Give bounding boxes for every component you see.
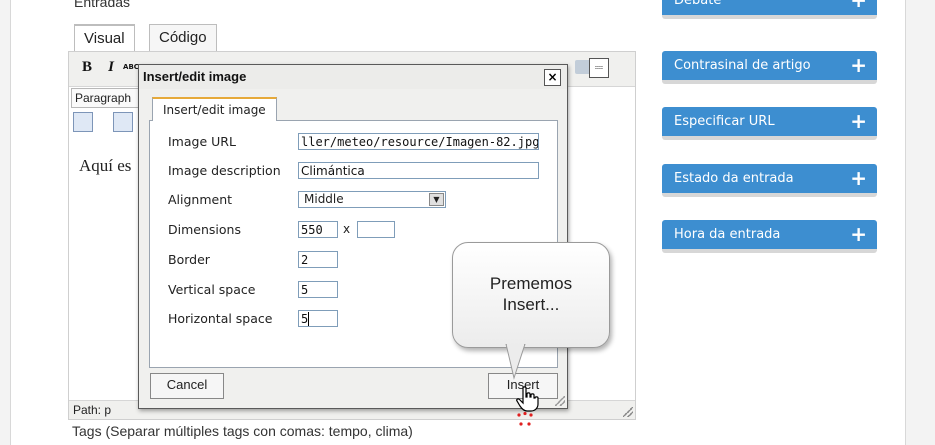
vertical-space-label: Vertical space <box>168 282 256 297</box>
image-url-label: Image URL <box>168 134 236 149</box>
sidebar-item-label: Especificar URL <box>674 114 775 129</box>
close-icon[interactable]: × <box>544 69 561 86</box>
paste-icon[interactable] <box>113 112 133 132</box>
hand-cursor-icon <box>516 386 539 412</box>
sidebar-item-hora[interactable]: Hora da entrada + <box>662 220 877 249</box>
callout-text: Prememos Insert... <box>453 273 609 315</box>
path-text: Path: p <box>73 403 112 417</box>
sidebar-item-label: Estado da entrada <box>674 171 794 186</box>
vertical-space-input[interactable]: 5 <box>298 281 338 298</box>
sidebar-item-shadow <box>662 80 877 84</box>
editor-content[interactable]: Aquí es <box>79 156 131 176</box>
dialog-resize-grip[interactable] <box>555 396 565 406</box>
sidebar-item-especificar-url[interactable]: Especificar URL + <box>662 107 877 136</box>
image-url-input[interactable]: ller/meteo/resource/Imagen-82.jpg <box>298 133 539 150</box>
chevron-down-icon[interactable]: ▼ <box>429 193 444 206</box>
sidebar-item-shadow <box>662 136 877 140</box>
editor-resize-grip[interactable] <box>623 407 633 417</box>
callout-line-2: Insert... <box>502 295 560 314</box>
callout-tail <box>505 344 526 380</box>
bold-button[interactable]: B <box>77 58 97 76</box>
alignment-select[interactable]: Middle ▼ <box>298 191 446 208</box>
tab-code[interactable]: Código <box>149 24 217 51</box>
sidebar-item-shadow <box>662 193 877 197</box>
height-input[interactable] <box>357 221 395 238</box>
border-input[interactable]: 2 <box>298 251 338 268</box>
sidebar-item-label: Debate <box>674 0 722 8</box>
plus-icon: + <box>850 109 867 133</box>
callout-line-1: Prememos <box>489 274 573 293</box>
text-caret <box>308 312 310 326</box>
callout-bubble: Prememos Insert... <box>452 242 610 348</box>
plus-icon: + <box>850 53 867 77</box>
page-left-border <box>0 0 11 445</box>
tab-insert-edit-image[interactable]: Insert/edit image <box>152 97 277 121</box>
sidebar-item-estado[interactable]: Estado da entrada + <box>662 164 877 193</box>
width-input[interactable]: 550 <box>298 221 338 238</box>
dimensions-label: Dimensions <box>168 222 241 237</box>
horizontal-space-label: Horizontal space <box>168 311 273 326</box>
sidebar-item-shadow <box>662 249 877 253</box>
insert-image-dialog: Insert/edit image × Insert/edit image Im… <box>138 64 568 409</box>
plus-icon: + <box>850 222 867 246</box>
click-indicator-icon <box>517 412 533 426</box>
alignment-label: Alignment <box>168 192 233 207</box>
italic-button[interactable]: I <box>101 58 121 76</box>
kitchen-sink-icon[interactable]: :::: <box>589 58 609 78</box>
format-select[interactable]: Paragraph <box>71 88 146 108</box>
tab-visual[interactable]: Visual <box>74 24 135 52</box>
section-title: Entradas <box>74 0 131 10</box>
tags-label: Tags (Separar múltiples tags con comas: … <box>72 423 413 439</box>
plus-icon: + <box>850 166 867 190</box>
border-label: Border <box>168 252 210 267</box>
horizontal-space-input[interactable]: 5 <box>298 310 338 327</box>
plus-icon: + <box>850 0 867 12</box>
sidebar-item-label: Contrasinal de artigo <box>674 58 811 73</box>
cancel-button[interactable]: Cancel <box>150 373 224 399</box>
table-icon[interactable] <box>73 112 93 132</box>
page-right-border <box>905 0 935 445</box>
sidebar-item-shadow <box>662 15 877 19</box>
image-description-input[interactable]: Climántica <box>298 162 539 179</box>
sidebar-item-label: Hora da entrada <box>674 227 781 242</box>
alignment-selected-value: Middle <box>304 192 344 206</box>
image-description-label: Image description <box>168 163 281 178</box>
dialog-title[interactable]: Insert/edit image <box>139 65 567 89</box>
sidebar-item-contrasinal[interactable]: Contrasinal de artigo + <box>662 51 877 80</box>
dimensions-separator: x <box>343 222 351 236</box>
sidebar-item-debate[interactable]: Debate + <box>662 0 877 15</box>
